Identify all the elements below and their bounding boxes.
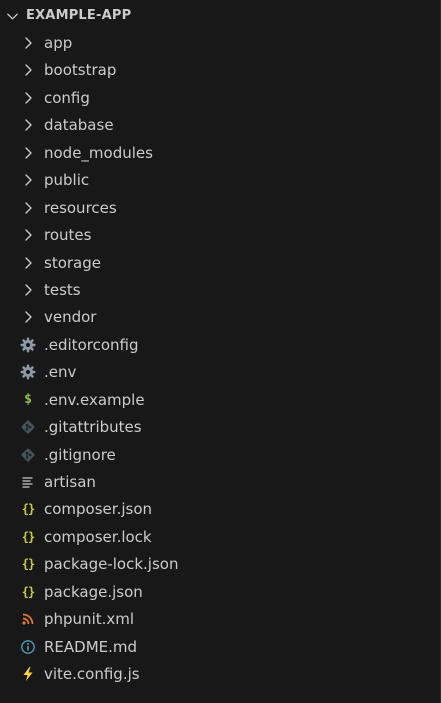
file-label: .gitattributes <box>44 418 142 437</box>
chevron-right-icon <box>20 309 36 325</box>
lightning-icon <box>20 666 36 682</box>
file-label: package-lock.json <box>44 555 179 574</box>
folder-label: resources <box>44 198 117 217</box>
chevron-right-icon <box>20 90 36 106</box>
folder-item-resources[interactable]: resources <box>0 195 440 222</box>
chevron-down-icon <box>7 13 18 20</box>
chevron-right-icon <box>20 35 36 51</box>
file-item-phpunit-xml[interactable]: phpunit.xml <box>0 606 440 633</box>
folder-label: tests <box>44 280 81 299</box>
file-label: README.md <box>44 637 138 656</box>
folder-item-app[interactable]: app <box>0 30 440 57</box>
folder-item-database[interactable]: database <box>0 112 440 139</box>
rss-icon <box>20 611 36 627</box>
chevron-right-icon <box>20 145 36 161</box>
folder-label: config <box>44 88 90 107</box>
folder-label: public <box>44 171 90 190</box>
file-label: artisan <box>44 473 96 491</box>
gear-icon <box>20 364 36 380</box>
file-label: .env.example <box>44 390 145 409</box>
git-icon <box>20 447 36 463</box>
folder-label: storage <box>44 253 101 272</box>
file-tree: app bootstrap config database node_modulespu… <box>0 30 440 689</box>
file-item-dot-gitattributes[interactable]: .gitattributes <box>0 414 440 441</box>
file-label: composer.lock <box>44 527 152 546</box>
file-item-dot-env-example[interactable]: $ .env.example <box>0 387 440 414</box>
file-item-dot-gitignore[interactable]: .gitignore <box>0 442 440 469</box>
folder-item-routes[interactable]: routes <box>0 222 440 249</box>
braces-icon: {} <box>21 529 35 544</box>
folder-label: node_modules <box>44 143 153 162</box>
explorer-root-label: EXAMPLE-APP <box>26 8 132 23</box>
dollar-icon: $ <box>24 391 32 407</box>
folder-label: vendor <box>44 308 97 327</box>
file-item-composer-lock[interactable]: {} composer.lock <box>0 524 440 551</box>
braces-icon: {} <box>21 557 35 572</box>
folder-label: bootstrap <box>44 61 117 80</box>
file-label: .gitignore <box>44 445 116 464</box>
file-explorer: EXAMPLE-APP app bootstrap config database no… <box>0 0 441 703</box>
chevron-right-icon <box>20 227 36 243</box>
file-item-package-json[interactable]: {} package.json <box>0 579 440 606</box>
chevron-right-icon <box>20 62 36 78</box>
folder-label: database <box>44 116 114 135</box>
chevron-right-icon <box>20 282 36 298</box>
folder-item-tests[interactable]: tests <box>0 277 440 304</box>
file-item-package-lock-json[interactable]: {} package-lock.json <box>0 551 440 578</box>
folder-item-bootstrap[interactable]: bootstrap <box>0 57 440 84</box>
chevron-right-icon <box>20 255 36 271</box>
file-item-dot-env[interactable]: .env <box>0 359 440 386</box>
file-item-readme-md[interactable]: README.md <box>0 634 440 661</box>
braces-icon: {} <box>21 502 35 517</box>
folder-label: routes <box>44 226 92 245</box>
file-label: .env <box>44 363 77 382</box>
file-label: package.json <box>44 582 143 601</box>
file-label: phpunit.xml <box>44 610 135 629</box>
file-label: .editorconfig <box>44 335 139 354</box>
git-icon <box>20 419 36 435</box>
chevron-right-icon <box>20 117 36 133</box>
explorer-root-folder[interactable]: EXAMPLE-APP <box>0 3 440 29</box>
folder-label: app <box>44 34 73 52</box>
folder-item-vendor[interactable]: vendor <box>0 304 440 331</box>
braces-icon: {} <box>21 584 35 599</box>
chevron-right-icon <box>20 172 36 188</box>
chevron-right-icon <box>20 200 36 216</box>
file-item-artisan[interactable]: artisan <box>0 469 440 496</box>
file-item-composer-json[interactable]: {} composer.json <box>0 496 440 523</box>
info-icon <box>20 639 36 655</box>
folder-item-node-modules[interactable]: node_modules <box>0 140 440 167</box>
file-item-vite-config-js[interactable]: vite.config.js <box>0 661 440 688</box>
gear-icon <box>20 337 36 353</box>
file-label: composer.json <box>44 500 153 519</box>
folder-item-public[interactable]: public <box>0 167 440 194</box>
file-item-dot-editorconfig[interactable]: .editorconfig <box>0 332 440 359</box>
folder-item-config[interactable]: config <box>0 85 440 112</box>
folder-item-storage[interactable]: storage <box>0 250 440 277</box>
text-lines-icon <box>20 474 36 490</box>
file-label: vite.config.js <box>44 665 140 684</box>
